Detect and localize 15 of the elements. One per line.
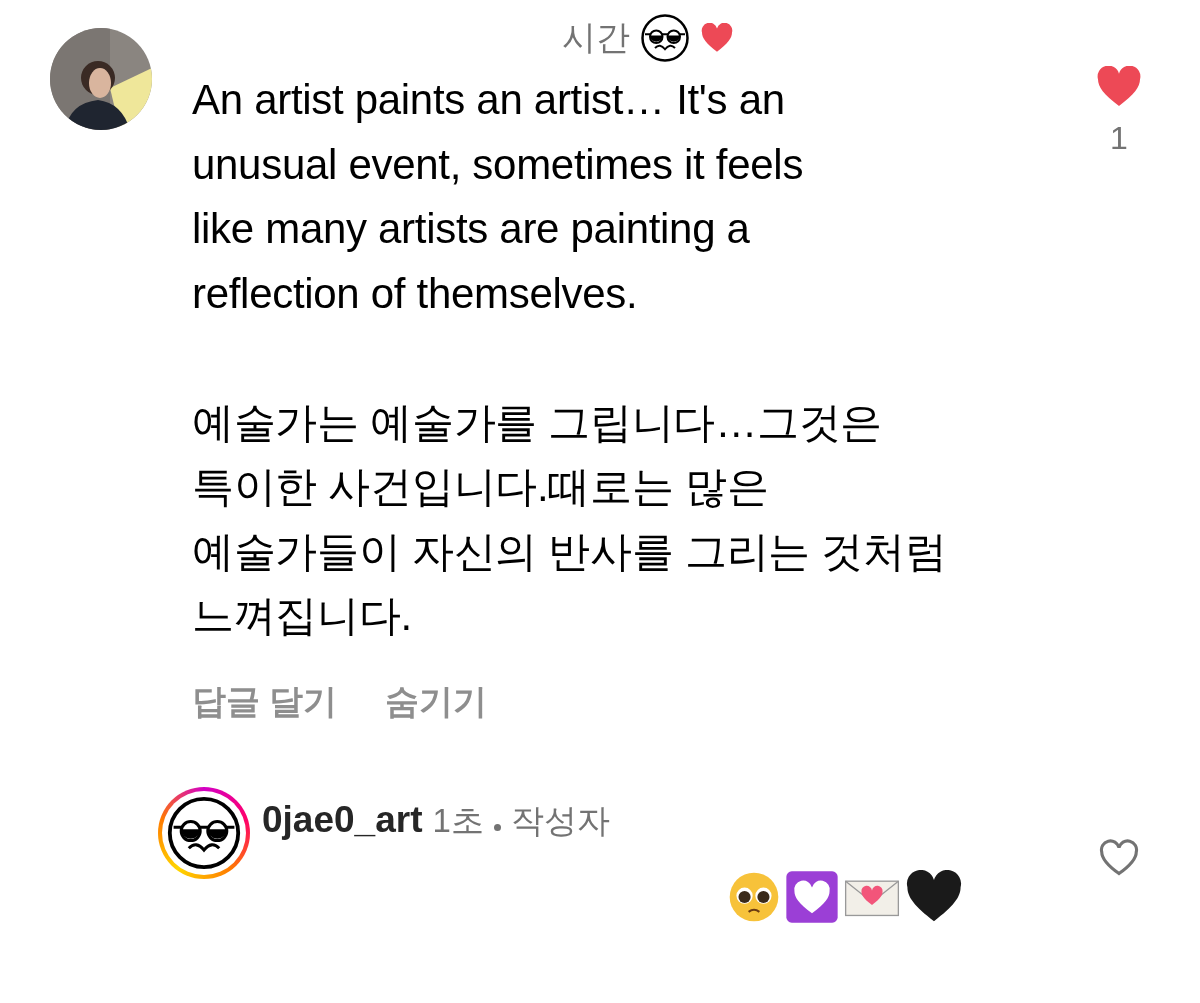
heart-icon[interactable] bbox=[1098, 838, 1140, 877]
author-label: 작성자 bbox=[510, 800, 610, 841]
timestamp: 시간 bbox=[562, 17, 630, 58]
glasses-face-icon bbox=[640, 13, 690, 63]
hide-button[interactable]: 숨기기 bbox=[385, 678, 488, 725]
username[interactable]: 0jae0_art bbox=[262, 798, 423, 841]
separator-dot bbox=[493, 823, 501, 831]
comment-text: An artist paints an artist… It's an unusual event, sometimes it feels like many artists are painting a reflection of themselves. 예술가는 예술가를 그립니다…그것은 특이한 사건입니다.때로는 많은 예술가들이 자신의 반사를 그리는 것처럼 느껴집니다. bbox=[192, 75, 948, 641]
heart-icon bbox=[905, 869, 963, 924]
heart-icon bbox=[700, 23, 734, 53]
like-count: 1 bbox=[1110, 120, 1128, 157]
heart-icon[interactable] bbox=[1096, 66, 1142, 108]
reply-button[interactable]: 답글 달기 bbox=[192, 678, 338, 725]
timestamp: 1초 bbox=[432, 800, 484, 841]
glasses-face-icon bbox=[166, 794, 242, 871]
